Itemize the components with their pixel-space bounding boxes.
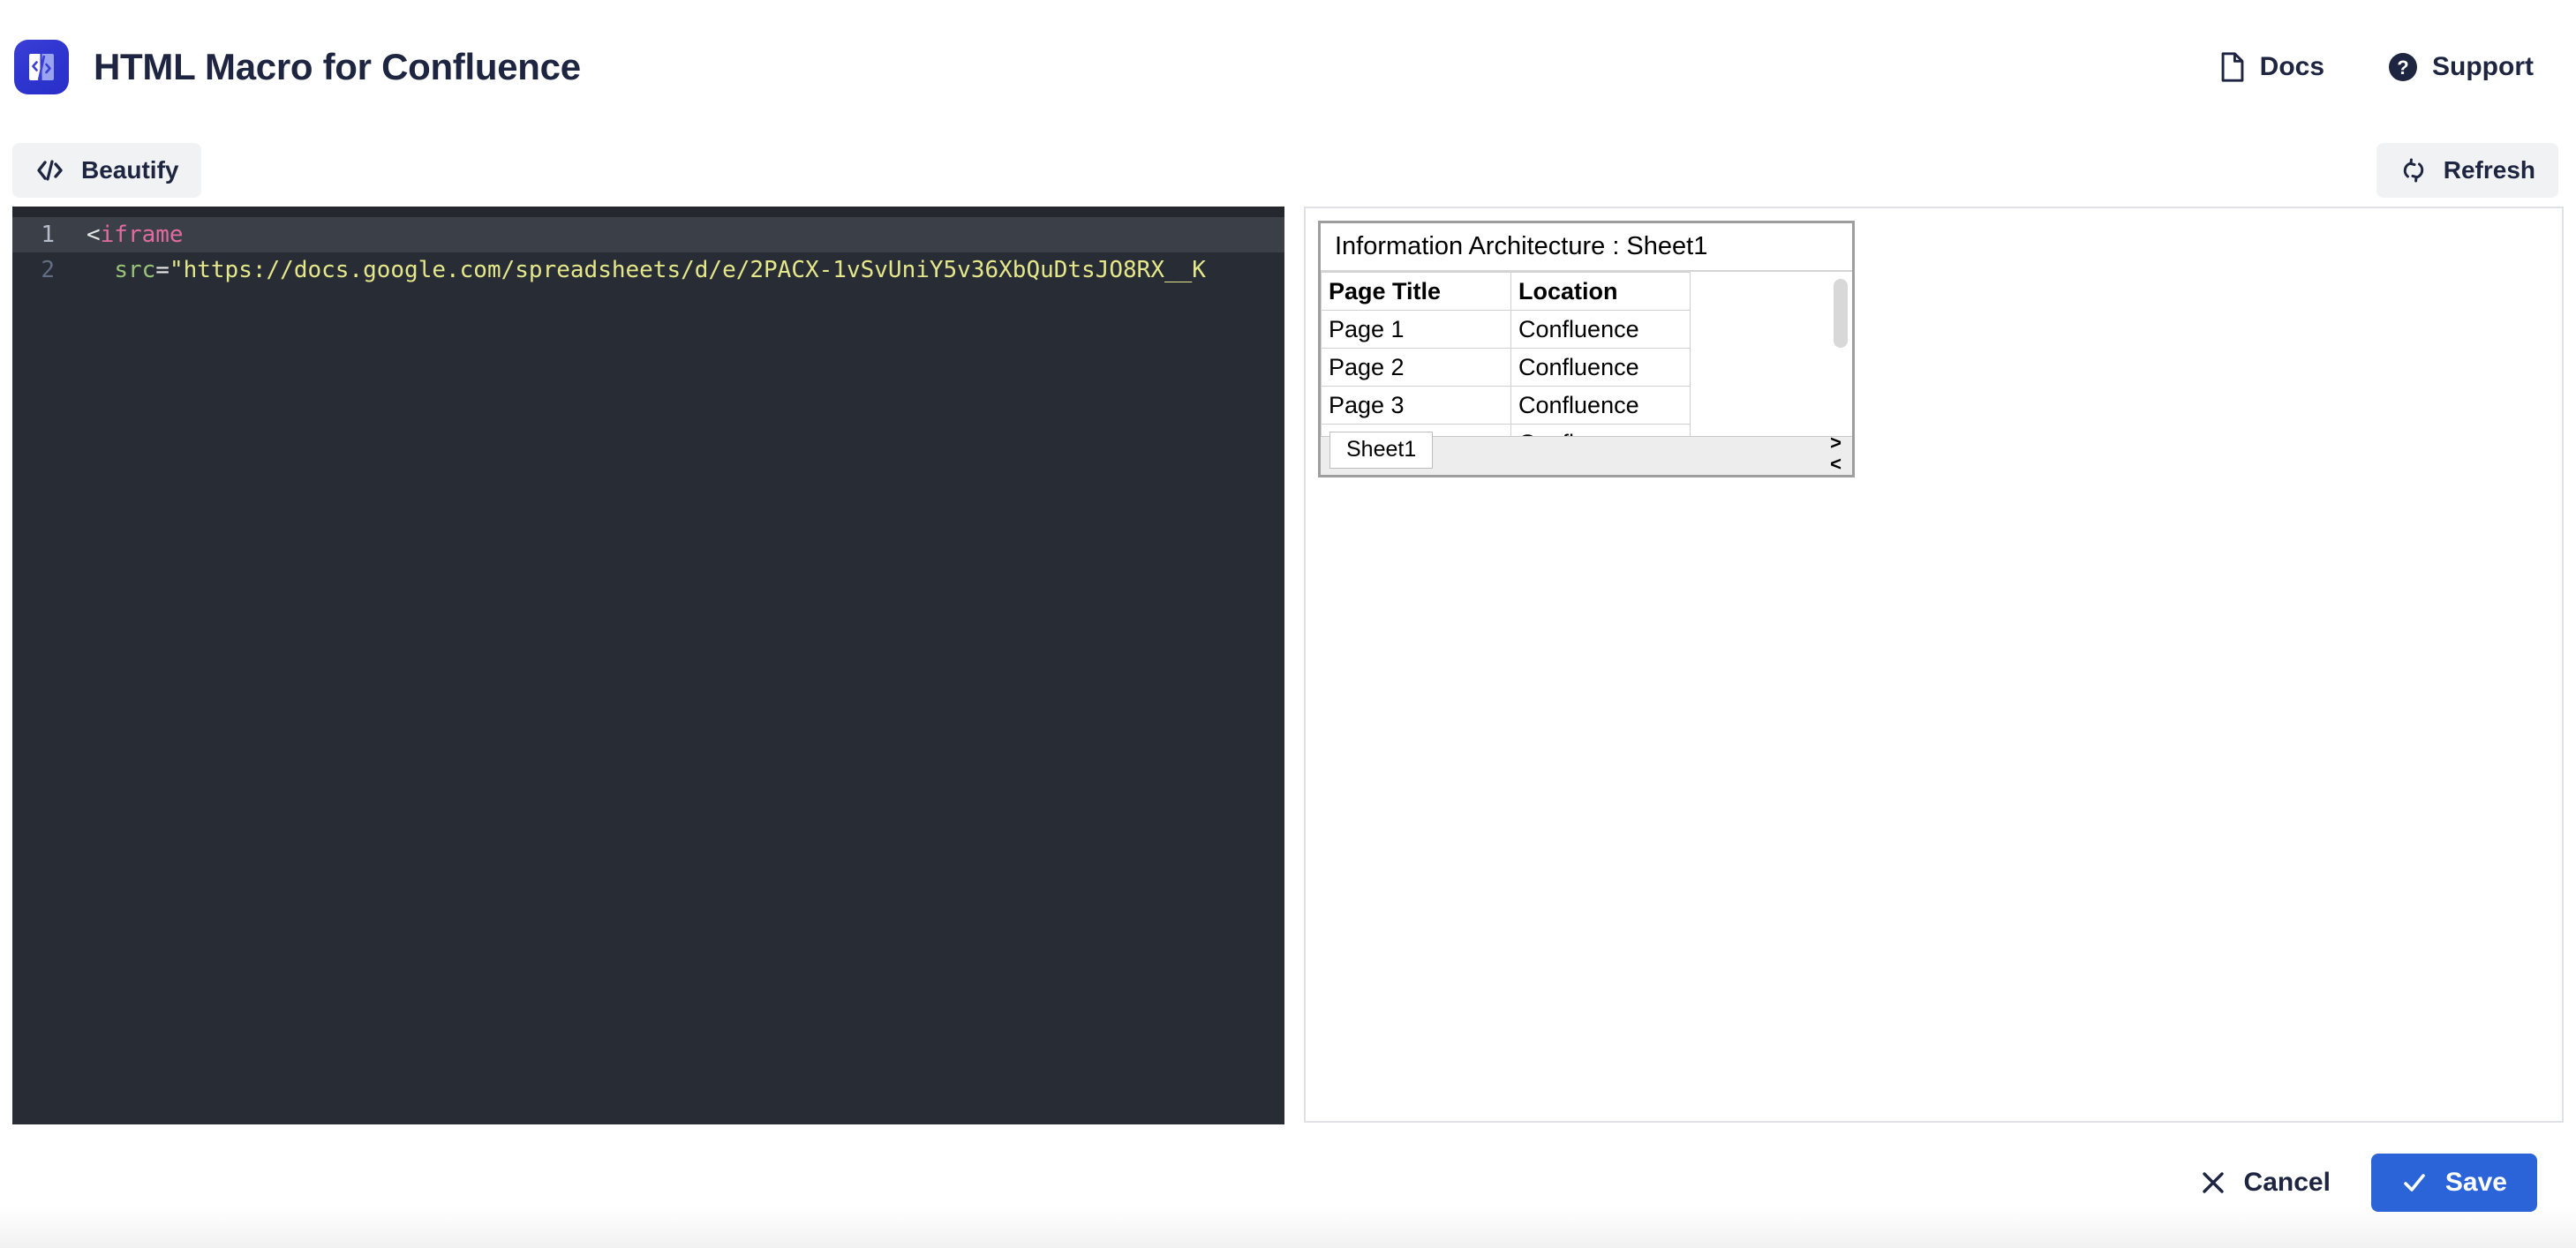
svg-text:?: ? bbox=[2397, 56, 2408, 79]
save-button[interactable]: Save bbox=[2371, 1154, 2537, 1212]
sheet-nav-arrows: > < bbox=[1828, 432, 1843, 475]
code-line-text: <iframe bbox=[67, 217, 1284, 252]
sheet-prev-icon[interactable]: < bbox=[1828, 454, 1843, 475]
column-header-empty bbox=[1691, 273, 1853, 311]
refresh-icon bbox=[2399, 157, 2428, 184]
beautify-label: Beautify bbox=[81, 156, 178, 184]
close-icon bbox=[2200, 1169, 2226, 1196]
code-line-text: src="https://docs.google.com/spreadsheet… bbox=[67, 252, 1284, 288]
code-line[interactable]: 1<iframe bbox=[12, 217, 1284, 252]
code-lines: 1<iframe2 src="https://docs.google.com/s… bbox=[12, 217, 1284, 288]
spreadsheet-table: Page Title Location Page 1ConfluencePage… bbox=[1321, 272, 1852, 436]
header-actions: Docs ? Support bbox=[2219, 52, 2534, 82]
cell-empty bbox=[1691, 387, 1853, 425]
support-button[interactable]: ? Support bbox=[2388, 52, 2534, 82]
code-token-punct bbox=[87, 257, 114, 283]
line-number: 2 bbox=[12, 252, 67, 288]
brand: HTML Macro for Confluence bbox=[14, 40, 581, 94]
main-content: 1<iframe2 src="https://docs.google.com/s… bbox=[0, 207, 2576, 1137]
html-macro-editor-app: HTML Macro for Confluence Docs ? bbox=[0, 0, 2576, 1248]
editor-toolbar: Beautify Refresh bbox=[0, 134, 2576, 207]
spreadsheet-body: Page Title Location Page 1ConfluencePage… bbox=[1321, 272, 1852, 436]
docs-label: Docs bbox=[2260, 52, 2324, 82]
cancel-button[interactable]: Cancel bbox=[2191, 1157, 2339, 1208]
column-header-page-title: Page Title bbox=[1322, 273, 1511, 311]
code-line[interactable]: 2 src="https://docs.google.com/spreadshe… bbox=[12, 252, 1284, 288]
save-label: Save bbox=[2445, 1168, 2507, 1198]
editor-top-strip bbox=[12, 207, 1284, 217]
sheet-next-icon[interactable]: > bbox=[1828, 432, 1843, 454]
column-header-location: Location bbox=[1511, 273, 1691, 311]
code-editor[interactable]: 1<iframe2 src="https://docs.google.com/s… bbox=[12, 207, 1284, 1124]
docs-button[interactable]: Docs bbox=[2219, 52, 2324, 82]
preview-pane: Information Architecture : Sheet1 Page T… bbox=[1304, 207, 2564, 1123]
cell-page-title: Page 2 bbox=[1322, 349, 1511, 387]
table-row[interactable]: Page 2Confluence bbox=[1322, 349, 1853, 387]
code-token-tag: iframe bbox=[101, 222, 184, 248]
cell-location: Confluence bbox=[1511, 349, 1691, 387]
cell-location: Confluence bbox=[1511, 311, 1691, 349]
spreadsheet-vertical-scrollbar[interactable] bbox=[1834, 279, 1848, 348]
beautify-button[interactable]: Beautify bbox=[12, 143, 201, 198]
table-row[interactable]: Page 3Confluence bbox=[1322, 387, 1853, 425]
code-brackets-logo-icon bbox=[14, 40, 69, 94]
spreadsheet-rows: Page 1ConfluencePage 2ConfluencePage 3Co… bbox=[1322, 311, 1853, 437]
code-token-str: "https://docs.google.com/spreadsheets/d/… bbox=[169, 257, 1206, 283]
cell-page-title: Page 1 bbox=[1322, 311, 1511, 349]
spreadsheet-title: Information Architecture : Sheet1 bbox=[1321, 223, 1852, 272]
embedded-spreadsheet-iframe[interactable]: Information Architecture : Sheet1 Page T… bbox=[1318, 221, 1855, 477]
support-label: Support bbox=[2432, 52, 2534, 82]
spreadsheet-tab-bar: Sheet1 > < bbox=[1321, 436, 1852, 475]
code-icon bbox=[35, 158, 65, 183]
code-token-op: = bbox=[155, 257, 169, 283]
table-row[interactable]: Page 1Confluence bbox=[1322, 311, 1853, 349]
cell-empty bbox=[1691, 311, 1853, 349]
document-icon bbox=[2219, 52, 2246, 82]
code-token-attr: src bbox=[114, 257, 155, 283]
line-number: 1 bbox=[12, 217, 67, 252]
refresh-button[interactable]: Refresh bbox=[2376, 143, 2558, 198]
cell-location: Confluence bbox=[1511, 425, 1691, 437]
check-icon bbox=[2401, 1170, 2428, 1195]
page-title: HTML Macro for Confluence bbox=[94, 46, 581, 88]
cell-empty bbox=[1691, 349, 1853, 387]
refresh-label: Refresh bbox=[2444, 156, 2535, 184]
app-header: HTML Macro for Confluence Docs ? bbox=[0, 0, 2576, 134]
code-token-punct: < bbox=[87, 222, 101, 248]
cancel-label: Cancel bbox=[2244, 1168, 2331, 1198]
table-header-row: Page Title Location bbox=[1322, 273, 1853, 311]
sheet-tab-sheet1[interactable]: Sheet1 bbox=[1329, 432, 1433, 469]
cell-page-title: Page 3 bbox=[1322, 387, 1511, 425]
cell-location: Confluence bbox=[1511, 387, 1691, 425]
question-circle-icon: ? bbox=[2388, 52, 2418, 82]
footer-actions: Cancel Save bbox=[0, 1137, 2576, 1248]
